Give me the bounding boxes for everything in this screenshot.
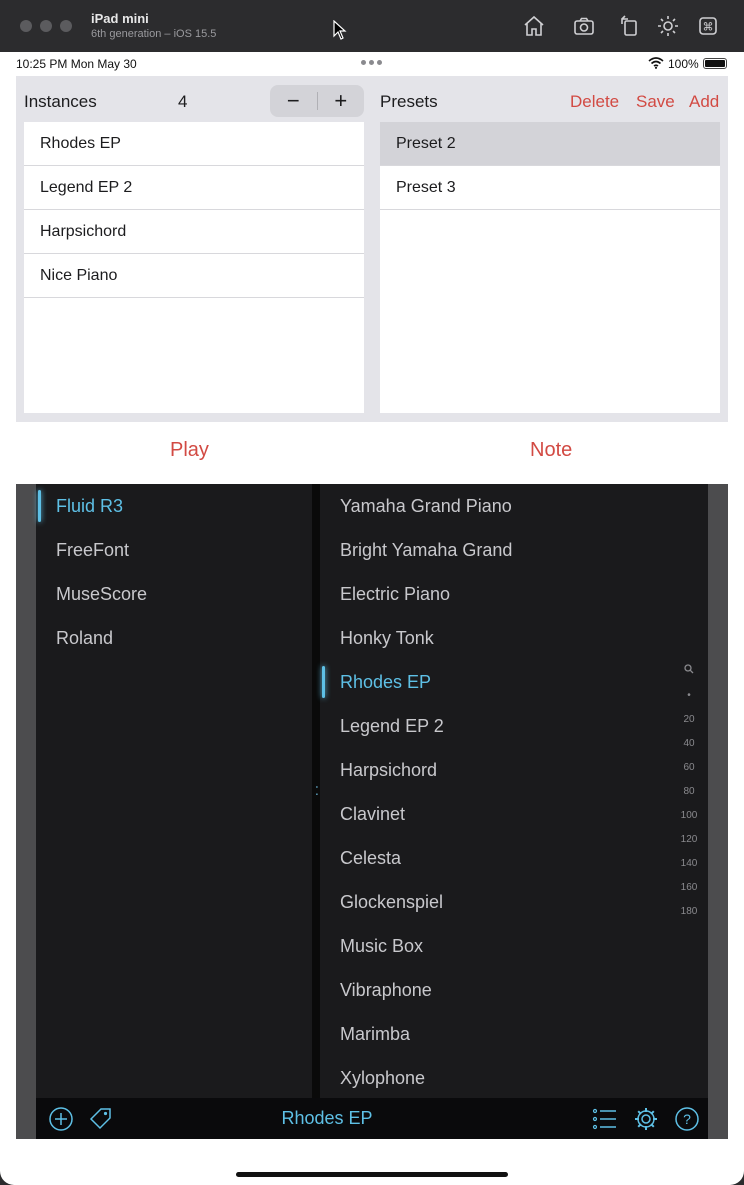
index-entry[interactable]: 140 [678,852,700,876]
home-indicator[interactable] [236,1172,508,1177]
soundfont-item[interactable]: Roland [36,616,312,660]
list-icon[interactable] [591,1106,617,1132]
device-name: iPad mini [91,11,149,26]
index-entry[interactable]: 20 [678,708,700,732]
soundfont-item[interactable]: MuseScore [36,572,312,616]
device-screen: 10:25 PM Mon May 30 100% Instances 4 − +… [0,52,744,1185]
patch-item[interactable]: Legend EP 2 [320,704,708,748]
patch-item[interactable]: Harpsichord [320,748,708,792]
patch-item[interactable]: Marimba [320,1012,708,1056]
instances-presets-panel: Instances 4 − + Rhodes EP Legend EP 2 Ha… [16,76,728,422]
soundfont-item-selected[interactable]: Fluid R3 [36,484,312,528]
index-entry[interactable]: 40 [678,732,700,756]
soundfont-item[interactable]: FreeFont [36,528,312,572]
instances-title: Instances [24,92,97,111]
index-entry[interactable]: • [678,684,700,708]
wifi-icon [648,57,664,69]
multitasking-dots-icon[interactable] [361,60,382,65]
appearance-icon[interactable] [656,14,680,38]
index-search-icon[interactable] [678,660,700,684]
decrement-instances-button[interactable]: − [270,85,317,117]
delete-preset-button[interactable]: Delete [570,92,619,112]
patch-item[interactable]: Bright Yamaha Grand [320,528,708,572]
svg-text:?: ? [683,1111,691,1127]
patch-item[interactable]: Electric Piano [320,572,708,616]
minimize-window-button[interactable] [40,20,52,32]
bottom-toolbar: Rhodes EP ? [36,1098,708,1139]
list-item-selected[interactable]: Preset 2 [380,122,720,166]
status-bar: 10:25 PM Mon May 30 100% [0,52,744,74]
section-index[interactable]: • 20 40 60 80 100 120 140 160 180 [678,660,700,924]
zoom-window-button[interactable] [60,20,72,32]
status-time: 10:25 PM Mon May 30 [16,57,137,71]
instances-count: 4 [178,92,188,111]
list-item[interactable]: Legend EP 2 [24,166,364,210]
tab-play[interactable]: Play [170,439,209,462]
index-entry[interactable]: 180 [678,900,700,924]
save-preset-button[interactable]: Save [636,92,675,112]
drag-handle-icon[interactable]: ⁚ [315,784,319,798]
battery-percent: 100% [668,57,699,71]
patch-item[interactable]: Honky Tonk [320,616,708,660]
simulator-toolbar: iPad mini 6th generation – iOS 15.5 ⌘ [0,0,744,52]
patch-item[interactable]: Vibraphone [320,968,708,1012]
index-entry[interactable]: 60 [678,756,700,780]
index-entry[interactable]: 120 [678,828,700,852]
patch-item[interactable]: Clavinet [320,792,708,836]
close-window-button[interactable] [20,20,32,32]
list-item[interactable]: Harpsichord [24,210,364,254]
battery-icon [703,58,727,69]
panel-splitter[interactable]: ⁚ [312,484,320,1098]
soundfont-list: Fluid R3 FreeFont MuseScore Roland [36,484,312,1098]
mouse-cursor-icon [333,20,347,40]
index-entry[interactable]: 160 [678,876,700,900]
index-entry[interactable]: 100 [678,804,700,828]
patch-item[interactable]: Celesta [320,836,708,880]
settings-icon[interactable] [633,1106,659,1132]
patch-item[interactable]: Xylophone [320,1056,708,1100]
help-icon[interactable]: ? [674,1106,700,1132]
instances-stepper[interactable]: − + [270,85,364,117]
svg-text:⌘: ⌘ [703,21,714,34]
device-subtitle: 6th generation – iOS 15.5 [91,28,217,40]
list-item[interactable]: Rhodes EP [24,122,364,166]
instances-list: Rhodes EP Legend EP 2 Harpsichord Nice P… [24,122,364,413]
list-item[interactable]: Preset 3 [380,166,720,210]
patch-item[interactable]: Glockenspiel [320,880,708,924]
patch-item[interactable]: Music Box [320,924,708,968]
list-item[interactable]: Nice Piano [24,254,364,298]
keyboard-icon[interactable]: ⌘ [696,14,720,38]
screenshot-icon[interactable] [572,14,596,38]
rotate-icon[interactable] [618,14,642,38]
presets-title: Presets [380,92,438,111]
current-patch-name: Rhodes EP [281,1108,373,1128]
patch-list: Yamaha Grand Piano Bright Yamaha Grand E… [320,484,708,1098]
patch-item-selected[interactable]: Rhodes EP [320,660,708,704]
patch-item[interactable]: Yamaha Grand Piano [320,484,708,528]
home-icon[interactable] [522,14,546,38]
soundfont-browser: Fluid R3 FreeFont MuseScore Roland ⁚ Yam… [16,484,728,1139]
tab-note[interactable]: Note [530,439,572,462]
index-entry[interactable]: 80 [678,780,700,804]
add-preset-button[interactable]: Add [689,92,719,112]
increment-instances-button[interactable]: + [318,85,365,117]
presets-list: Preset 2 Preset 3 [380,122,720,413]
